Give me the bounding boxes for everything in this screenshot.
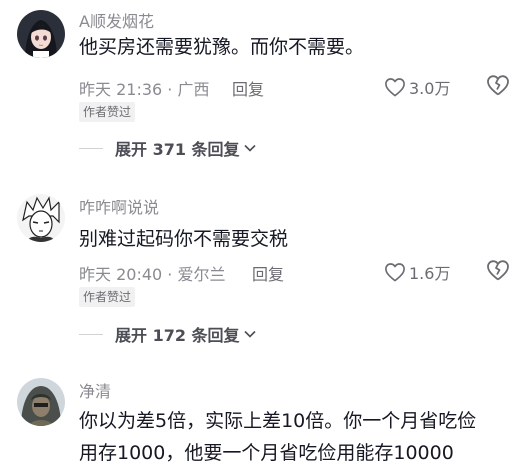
user-avatar[interactable] [17, 378, 65, 426]
comment-time: 昨天 21:36 [79, 80, 163, 99]
comment-item: 净清 你以为差5倍，实际上差10倍。你一个月省吃俭 用存1000，他要一个月省吃… [0, 374, 513, 468]
chevron-down-icon [243, 330, 256, 338]
divider-line [79, 147, 103, 149]
comment-item: 咋咋啊说说 别难过起码你不需要交税 昨天 20:40 · 爱尔兰 回复 1.6万… [0, 188, 513, 348]
expand-replies-label: 展开 172 条回复 [115, 326, 240, 345]
comment-text-line: 用存1000，他要一个月省吃俭用能存10000 [79, 442, 454, 464]
comment-text-line: 你以为差5倍，实际上差10倍。你一个月省吃俭 [79, 410, 477, 432]
comment-location: 爱尔兰 [177, 265, 226, 284]
meta-separator: · [167, 265, 178, 284]
comment-time: 昨天 20:40 [79, 265, 163, 284]
expand-replies-label: 展开 371 条回复 [115, 140, 240, 159]
divider-line [79, 333, 103, 335]
comment-item: A顺发烟花 他买房还需要犹豫。而你不需要。 昨天 21:36 · 广西 回复 3… [0, 0, 513, 160]
avatar-anime-girl-icon [17, 10, 65, 58]
heart-outline-icon [385, 263, 405, 282]
user-avatar[interactable] [17, 194, 65, 242]
heart-outline-icon [385, 78, 405, 97]
chevron-down-icon [243, 144, 256, 152]
meta-separator: · [167, 80, 178, 99]
expand-replies-button[interactable]: 展开 172 条回复 [79, 322, 256, 346]
broken-heart-icon[interactable] [486, 74, 510, 96]
comment-text: 他买房还需要犹豫。而你不需要。 [79, 36, 365, 58]
author-liked-badge: 作者赞过 [79, 102, 136, 122]
author-liked-badge: 作者赞过 [79, 287, 136, 307]
avatar-manga-boy-icon [17, 194, 65, 242]
like-count: 3.0万 [409, 79, 451, 98]
comment-location: 广西 [177, 80, 210, 99]
comment-meta: 昨天 20:40 · 爱尔兰 [79, 261, 225, 285]
like-count: 1.6万 [409, 264, 451, 283]
comment-username[interactable]: 咋咋啊说说 [79, 194, 159, 218]
like-button[interactable]: 3.0万 [384, 75, 450, 99]
broken-heart-icon[interactable] [486, 259, 510, 281]
user-avatar[interactable] [17, 10, 65, 58]
reply-button[interactable]: 回复 [252, 261, 284, 285]
comment-list: A顺发烟花 他买房还需要犹豫。而你不需要。 昨天 21:36 · 广西 回复 3… [0, 0, 513, 468]
comment-username[interactable]: A顺发烟花 [79, 8, 154, 32]
comment-username[interactable]: 净清 [79, 378, 111, 402]
avatar-hooded-figure-icon [17, 378, 65, 426]
comment-meta: 昨天 21:36 · 广西 [79, 76, 209, 100]
like-button[interactable]: 1.6万 [384, 260, 450, 284]
reply-button[interactable]: 回复 [232, 76, 264, 100]
comment-text: 别难过起码你不需要交税 [79, 228, 289, 250]
expand-replies-button[interactable]: 展开 371 条回复 [79, 136, 256, 160]
